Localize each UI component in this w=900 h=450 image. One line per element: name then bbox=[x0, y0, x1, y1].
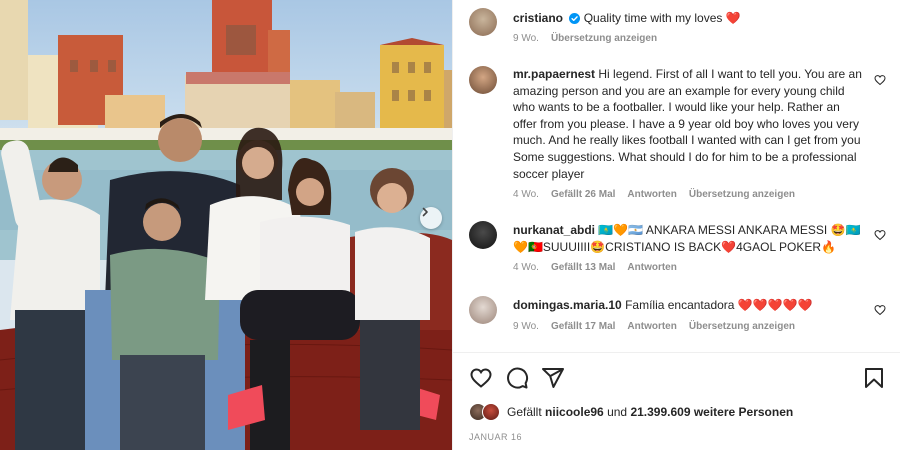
comment-username[interactable]: domingas.maria.10 bbox=[513, 298, 622, 312]
commenter-avatar[interactable] bbox=[469, 296, 497, 324]
like-comment-heart-icon[interactable] bbox=[874, 74, 886, 86]
comment-age[interactable]: 4 Wo. bbox=[513, 262, 539, 273]
liker-avatars bbox=[469, 402, 503, 422]
likes-count[interactable]: 21.399.609 weitere Personen bbox=[630, 405, 793, 419]
comment-age[interactable]: 9 Wo. bbox=[513, 321, 539, 332]
family-photo-illustration bbox=[0, 0, 452, 450]
comment-item: domingas.maria.10 Família encantadora ❤️… bbox=[469, 294, 886, 338]
heart-icon[interactable] bbox=[469, 366, 493, 390]
post-caption: cristiano Quality time with my loves ❤️ … bbox=[469, 6, 886, 48]
liker-username[interactable]: niicoole96 bbox=[545, 405, 604, 419]
share-icon[interactable] bbox=[541, 366, 565, 390]
bookmark-icon[interactable] bbox=[862, 366, 886, 390]
comment-icon[interactable] bbox=[505, 366, 529, 390]
commenter-avatar[interactable] bbox=[469, 66, 497, 94]
comment-likes[interactable]: Gefällt 17 Mal bbox=[551, 321, 615, 332]
post-side-panel: cristiano Quality time with my loves ❤️ … bbox=[452, 0, 900, 450]
comment-translate-link[interactable]: Übersetzung anzeigen bbox=[689, 189, 795, 200]
reply-link[interactable]: Antworten bbox=[627, 262, 676, 273]
likes-summary[interactable]: Gefällt niicoole96 und 21.399.609 weiter… bbox=[469, 402, 793, 422]
commenter-avatar[interactable] bbox=[469, 221, 497, 249]
comment-text: Hi legend. First of all I want to tell y… bbox=[513, 67, 862, 181]
author-avatar[interactable] bbox=[469, 8, 497, 36]
caption-emoji: ❤️ bbox=[725, 11, 741, 25]
post-actions bbox=[469, 366, 886, 390]
comment-likes[interactable]: Gefällt 26 Mal bbox=[551, 189, 615, 200]
caption-translate-link[interactable]: Übersetzung anzeigen bbox=[551, 33, 657, 44]
author-username[interactable]: cristiano bbox=[513, 11, 563, 25]
like-comment-heart-icon[interactable] bbox=[874, 229, 886, 241]
reply-link[interactable]: Antworten bbox=[627, 189, 676, 200]
comment-likes[interactable]: Gefällt 13 Mal bbox=[551, 262, 615, 273]
comment-item: mr.papaernest Hi legend. First of all I … bbox=[469, 62, 886, 204]
likes-prefix: Gefällt bbox=[507, 405, 542, 419]
comment-username[interactable]: nurkanat_abdi bbox=[513, 223, 595, 237]
comment-text: Família encantadora ❤️❤️❤️❤️❤️ bbox=[625, 298, 813, 312]
comment-username[interactable]: mr.papaernest bbox=[513, 67, 595, 81]
like-comment-heart-icon[interactable] bbox=[874, 304, 886, 316]
divider bbox=[453, 352, 900, 353]
next-image-button[interactable] bbox=[420, 207, 442, 229]
comment-item: nurkanat_abdi 🇰🇿🧡🇦🇷 ANKARA MESSI ANKARA … bbox=[469, 219, 886, 279]
verified-icon bbox=[569, 13, 581, 24]
reply-link[interactable]: Antworten bbox=[627, 321, 676, 332]
post-photo[interactable] bbox=[0, 0, 452, 450]
chevron-right-icon bbox=[422, 207, 428, 217]
post-date[interactable]: JANUAR 16 bbox=[469, 432, 522, 442]
comment-translate-link[interactable]: Übersetzung anzeigen bbox=[689, 321, 795, 332]
post-age[interactable]: 9 Wo. bbox=[513, 33, 539, 44]
likes-middle: und bbox=[607, 405, 628, 419]
caption-text: Quality time with my loves bbox=[583, 11, 723, 25]
comment-age[interactable]: 4 Wo. bbox=[513, 189, 539, 200]
